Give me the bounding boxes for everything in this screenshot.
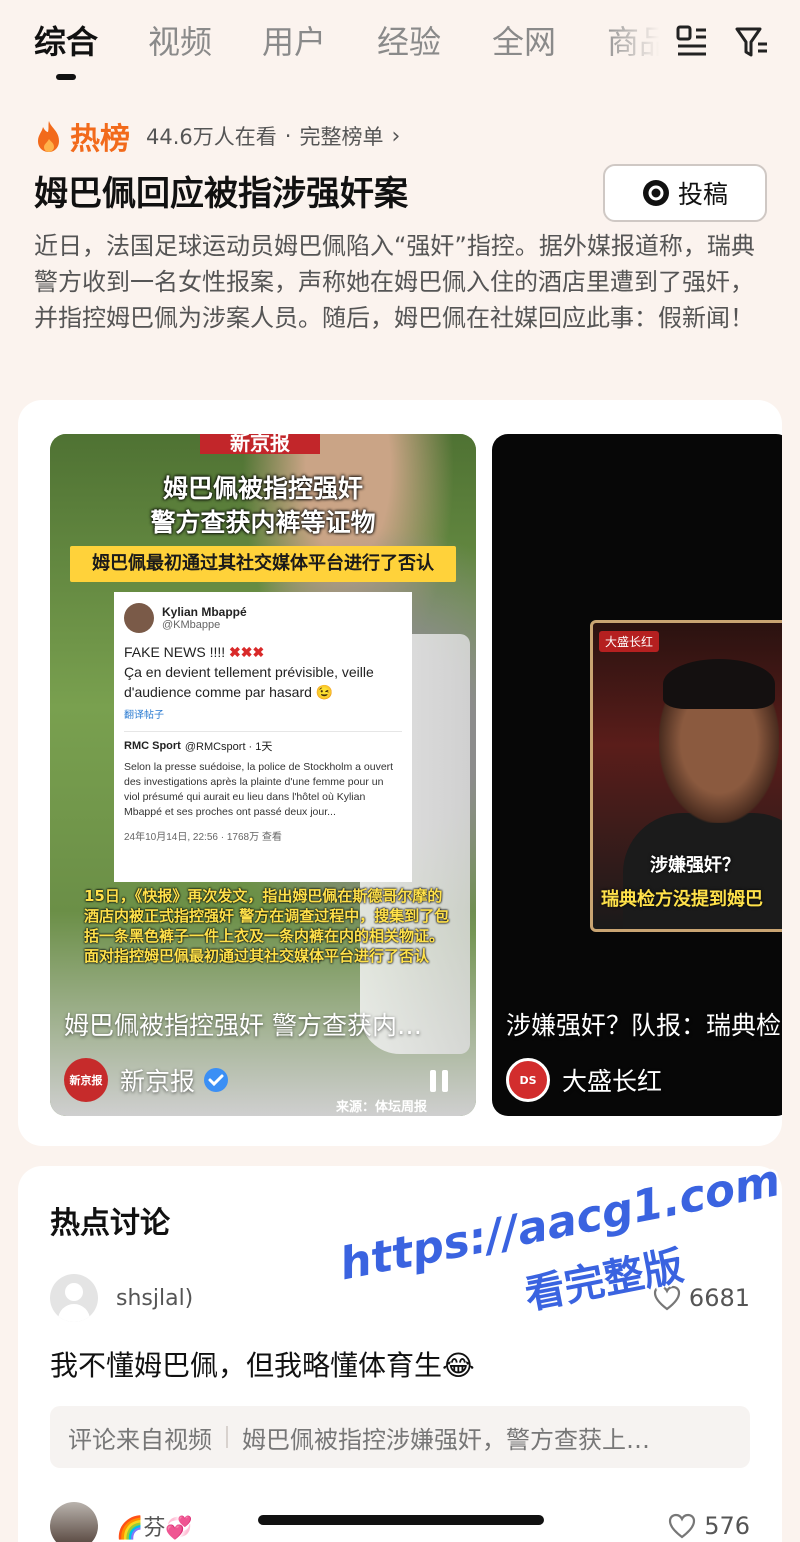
divider (226, 1426, 228, 1448)
hot-list-row[interactable]: 热榜 44.6万人在看 · 完整榜单 › (34, 116, 401, 157)
overlay-caption: 15日，《快报》再次发文，指出姆巴佩在斯德哥尔摩的酒店内被正式指控强奸 警方在调… (84, 887, 450, 965)
comment-username[interactable]: shsjlal) (116, 1286, 193, 1311)
tab-users[interactable]: 用户 (262, 20, 326, 64)
like-button[interactable]: 6681 (653, 1278, 750, 1318)
chevron-right-icon: › (391, 123, 401, 149)
tweet-translate: 翻译帖子 (124, 710, 164, 721)
separator-dot: · (284, 124, 292, 148)
quote-body: Selon la presse suédoise, la police de S… (124, 761, 394, 818)
comment-source-video: 姆巴佩被指控涉嫌强奸，警方查获上… (242, 1425, 650, 1454)
avatar[interactable] (50, 1502, 98, 1542)
heart-icon (669, 1513, 696, 1539)
fire-icon (38, 121, 59, 152)
tab-experience[interactable]: 经验 (377, 20, 441, 64)
tweet-handle: @KMbappe (162, 618, 221, 631)
video-carousel: 新京报 姆巴佩被指控强奸 警方查获内裤等证物 姆巴佩最初通过其社交媒体平台进行了… (18, 400, 782, 1146)
verified-badge-icon (204, 1068, 229, 1092)
list-icon[interactable] (672, 22, 712, 62)
pause-icon[interactable] (428, 1068, 450, 1094)
author-name: 新京报 (120, 1067, 196, 1096)
video-card-1[interactable]: 新京报 姆巴佩被指控强奸 警方查获内裤等证物 姆巴佩最初通过其社交媒体平台进行了… (50, 434, 476, 1116)
tweet-quote: RMC Sport @RMCsport · 1天 Selon la presse… (124, 731, 402, 820)
full-list-link[interactable]: 完整榜单 (299, 121, 383, 151)
home-indicator (258, 1515, 544, 1525)
filter-icon[interactable] (732, 22, 772, 62)
overlay-brand: 新京报 (200, 434, 320, 455)
tab-video[interactable]: 视频 (148, 20, 212, 64)
news-summary: 近日，法国足球运动员姆巴佩陷入“强奸”指控。据外媒报道称，瑞典警方收到一名女性报… (34, 232, 755, 332)
author-avatar: 新京报 (64, 1058, 108, 1102)
video-title: 涉嫌强奸？队报：瑞典检 (506, 1011, 782, 1040)
video-title: 姆巴佩被指控强奸 警方查获内… (64, 1011, 422, 1040)
quote-author: RMC Sport (124, 740, 181, 752)
tweet-footer: 24年10月14日, 22:56 · 1768万 查看 (124, 832, 282, 843)
tweet-author: Kylian Mbappé (162, 604, 247, 619)
tweet-body: FAKE NEWS !!!! ✖✖✖ Ça en devient telleme… (124, 642, 402, 702)
tweet-body-prefix: FAKE NEWS !!!! (124, 644, 230, 660)
comment-header[interactable]: 🌈芬💞 (50, 1502, 193, 1542)
page-title: 姆巴佩回应被指涉强奸案 (34, 174, 408, 214)
submit-post-label: 投稿 (677, 180, 728, 209)
like-count: 6681 (688, 1284, 750, 1312)
comment-username[interactable]: 🌈芬💞 (116, 1510, 193, 1542)
tab-comprehensive[interactable]: 综合 (34, 20, 98, 64)
tweet-body-rest: Ça en devient tellement prévisible, veil… (124, 664, 374, 700)
video-card-2[interactable]: 大盛长红 涉嫌强奸？ 瑞典检方没提到姆巴 涉嫌强奸？队报：瑞典检 DS 大盛长红 (492, 434, 782, 1116)
section-title: 热点讨论 (50, 1206, 170, 1241)
tweet-avatar (124, 603, 154, 633)
author-avatar: DS (506, 1058, 550, 1102)
video-thumbnail: 大盛长红 涉嫌强奸？ 瑞典检方没提到姆巴 (590, 620, 782, 932)
tweet-screenshot: Kylian Mbappé @KMbappe FAKE NEWS !!!! ✖✖… (114, 592, 412, 882)
overlay-title: 姆巴佩被指控强奸 警方查获内裤等证物 (150, 474, 376, 537)
overlay-caption-2: 瑞典检方没提到姆巴 (601, 889, 763, 910)
video-author[interactable]: 新京报 新京报 (64, 1058, 229, 1102)
overlay-banner: 姆巴佩最初通过其社交媒体平台进行了否认 (70, 546, 456, 582)
discussion-section: 热点讨论 shsjlal) 6681 我不懂姆巴佩，但我略懂体育生😂 评论来自视… (18, 1166, 782, 1542)
like-count: 576 (704, 1512, 750, 1540)
avatar[interactable] (50, 1274, 98, 1322)
tweet-x-marks: ✖✖✖ (229, 644, 265, 660)
active-tab-indicator (56, 74, 76, 80)
hot-list-label: 热榜 (70, 122, 130, 157)
category-tabs: 综合 视频 用户 经验 全网 商品 (0, 0, 800, 96)
comment-text: 我不懂姆巴佩，但我略懂体育生😂 (50, 1349, 475, 1382)
overlay-caption-1: 涉嫌强奸？ (650, 855, 740, 876)
camera-icon (642, 180, 669, 206)
like-button[interactable]: 576 (668, 1506, 750, 1542)
video-author[interactable]: DS 大盛长红 (506, 1058, 662, 1102)
overlay-tag: 大盛长红 (599, 631, 660, 652)
author-name: 大盛长红 (562, 1067, 663, 1096)
comment-header[interactable]: shsjlal) (50, 1274, 193, 1322)
comment-source[interactable]: 评论来自视频 姆巴佩被指控涉嫌强奸，警方查获上… (50, 1406, 750, 1468)
submit-post-button[interactable]: 投稿 (603, 164, 767, 222)
quote-handle: @RMCsport · 1天 (184, 741, 273, 753)
tab-web[interactable]: 全网 (492, 20, 556, 64)
tabs-fade (600, 10, 670, 70)
heart-icon (653, 1285, 681, 1311)
comment-source-label: 评论来自视频 (68, 1425, 212, 1454)
viewer-count: 44.6万人在看 (146, 125, 277, 149)
video-source-note: 来源：体坛周报 (336, 1100, 428, 1115)
player-hair (663, 659, 775, 709)
